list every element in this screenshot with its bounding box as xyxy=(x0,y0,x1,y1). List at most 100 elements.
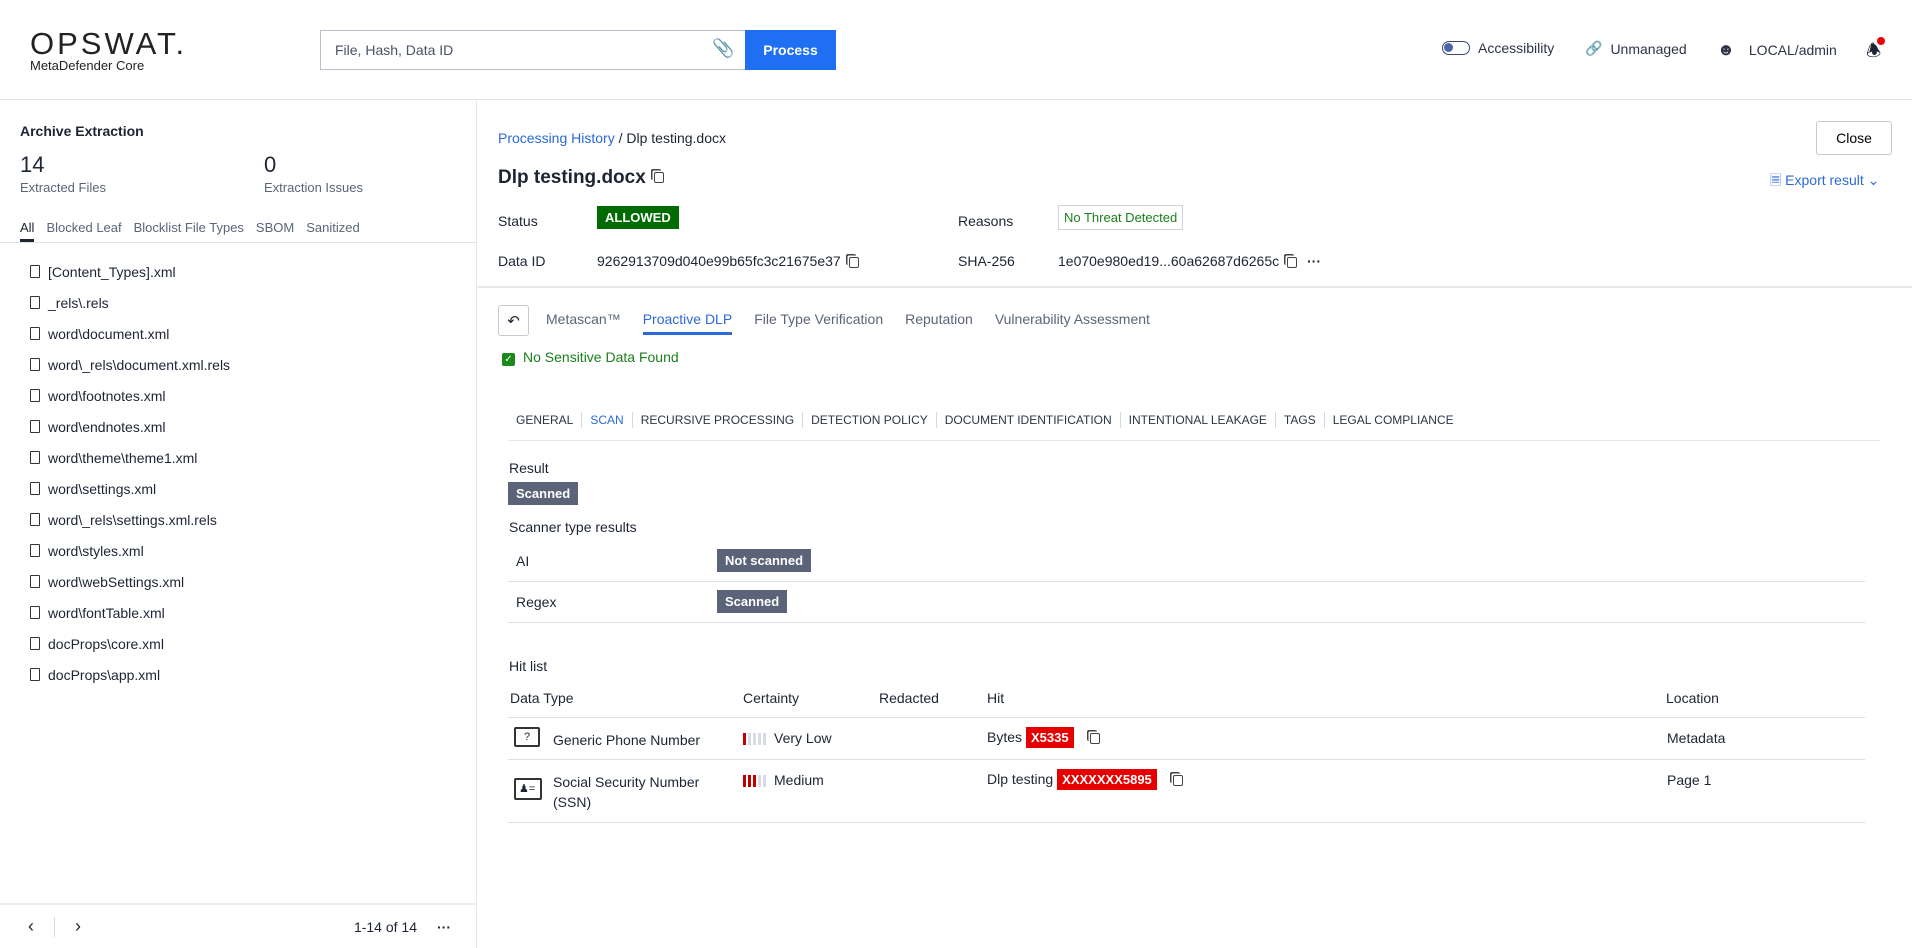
engine-tabs: Metascan™ Proactive DLP File Type Verifi… xyxy=(546,311,1150,335)
file-list-item[interactable]: [Content_Types].xml xyxy=(30,256,230,287)
certainty-bar xyxy=(763,775,766,788)
prev-page-icon[interactable]: ‹ xyxy=(28,916,34,937)
hit-certainty: Medium xyxy=(774,772,824,788)
hit-value: XXXXXXX5895 xyxy=(1057,769,1157,790)
certainty-bar xyxy=(763,733,766,746)
file-list-item[interactable]: word\fontTable.xml xyxy=(30,597,230,628)
scanner-name: AI xyxy=(516,553,530,569)
issues-label: Extraction Issues xyxy=(264,180,363,195)
subtab-intentional-leakage[interactable]: INTENTIONAL LEAKAGE xyxy=(1119,412,1275,428)
file-icon xyxy=(30,327,40,340)
extracted-label: Extracted Files xyxy=(20,180,106,195)
user-menu[interactable]: ☻ LOCAL/admin xyxy=(1717,40,1837,60)
file-icon xyxy=(30,451,40,464)
unmanaged-status[interactable]: 🔗 Unmanaged xyxy=(1585,40,1687,57)
page-range: 1-14 of 14 xyxy=(353,918,417,935)
copy-icon[interactable] xyxy=(1089,732,1100,744)
certainty-meter xyxy=(743,775,766,788)
file-list-item[interactable]: word\webSettings.xml xyxy=(30,566,230,597)
more-icon[interactable]: ··· xyxy=(437,919,451,935)
tab-all[interactable]: All xyxy=(20,220,35,242)
file-list-item[interactable]: word\endnotes.xml xyxy=(30,411,230,442)
section-divider xyxy=(478,286,1912,288)
tab-vulnerability-assessment[interactable]: Vulnerability Assessment xyxy=(995,311,1150,335)
file-name: word\fontTable.xml xyxy=(48,604,165,621)
export-result-button[interactable]: 🗏 Export result ⌄ xyxy=(1770,170,1879,194)
file-name: word\_rels\document.xml.rels xyxy=(48,356,231,373)
file-list-item[interactable]: word\document.xml xyxy=(30,318,230,349)
hit-location: Page 1 xyxy=(1667,772,1712,788)
subtab-general[interactable]: GENERAL xyxy=(508,412,581,428)
tab-sanitized[interactable]: Sanitized xyxy=(306,220,359,242)
copy-icon[interactable] xyxy=(1287,256,1298,268)
file-list-item[interactable]: word\_rels\document.xml.rels xyxy=(30,349,230,380)
next-page-icon[interactable]: › xyxy=(75,916,81,937)
copy-icon[interactable] xyxy=(1172,774,1183,786)
export-icon: 🗏 xyxy=(1770,172,1782,188)
subtab-recursive-processing[interactable]: RECURSIVE PROCESSING xyxy=(631,412,802,428)
breadcrumb-processing-history[interactable]: Processing History xyxy=(498,130,615,146)
paperclip-icon[interactable]: 📎 xyxy=(712,38,734,59)
hit-value: X5335 xyxy=(1026,727,1074,748)
col-location: Location xyxy=(1666,690,1719,706)
file-icon xyxy=(30,606,40,619)
tab-blocklist-file-types[interactable]: Blocklist File Types xyxy=(134,220,244,242)
scanner-status-badge: Scanned xyxy=(717,590,788,613)
status-label: Status xyxy=(498,213,538,229)
subtab-detection-policy[interactable]: DETECTION POLICY xyxy=(802,412,936,428)
file-list-item[interactable]: word\footnotes.xml xyxy=(30,380,230,411)
file-list-item[interactable]: word\styles.xml xyxy=(30,535,230,566)
file-list-item[interactable]: docProps\core.xml xyxy=(30,628,230,659)
dlp-status: ✓ No Sensitive Data Found xyxy=(502,349,679,366)
file-list-item[interactable]: word\_rels\settings.xml.rels xyxy=(30,504,230,535)
file-name: _rels\.rels xyxy=(48,294,109,311)
tab-blocked-leaf[interactable]: Blocked Leaf xyxy=(46,220,121,242)
back-button[interactable]: ↶ xyxy=(498,305,529,336)
accessibility-toggle[interactable]: Accessibility xyxy=(1442,40,1554,56)
col-certainty: Certainty xyxy=(743,690,800,706)
col-hit: Hit xyxy=(987,690,1005,706)
subtab-document-identification[interactable]: DOCUMENT IDENTIFICATION xyxy=(935,412,1120,428)
search-placeholder: File, Hash, Data ID xyxy=(335,42,454,58)
copy-icon[interactable] xyxy=(848,256,859,268)
tab-proactive-dlp[interactable]: Proactive DLP xyxy=(642,311,733,335)
search-input[interactable]: File, Hash, Data ID xyxy=(320,30,746,70)
result-label: Result xyxy=(509,460,549,476)
hitlist-header: Data Type Certainty Redacted Hit Locatio… xyxy=(508,680,1865,718)
hit-context: Dlp testing xyxy=(987,771,1054,787)
file-icon xyxy=(30,513,40,526)
more-icon[interactable]: ··· xyxy=(1307,253,1321,269)
file-list: [Content_Types].xml _rels\.rels word\docum… xyxy=(30,256,230,690)
file-list-item[interactable]: _rels\.rels xyxy=(30,287,230,318)
file-list-item[interactable]: word\theme\theme1.xml xyxy=(30,442,230,473)
unlink-icon: 🔗 xyxy=(1585,40,1603,56)
breadcrumb: Processing History / Dlp testing.docx xyxy=(498,130,726,146)
file-icon xyxy=(30,482,40,495)
id-card-icon: ♟= xyxy=(514,778,542,800)
file-icon xyxy=(30,637,40,650)
file-title: Dlp testing.docx xyxy=(498,167,646,188)
reasons-label: Reasons xyxy=(958,213,1014,229)
hit-row: ♟= Social Security Number (SSN) Medium Dlp … xyxy=(508,760,1865,823)
tab-metascan[interactable]: Metascan™ xyxy=(546,311,621,335)
user-label: LOCAL/admin xyxy=(1748,42,1837,58)
process-button[interactable]: Process xyxy=(745,30,836,70)
bell-icon[interactable]: 🕭 xyxy=(1866,37,1885,67)
hit-certainty: Very Low xyxy=(774,730,832,746)
subtab-tags[interactable]: TAGS xyxy=(1274,412,1324,428)
subtab-scan[interactable]: SCAN xyxy=(581,412,631,428)
scanner-label: Scanner type results xyxy=(509,519,637,535)
hit-row: ? Generic Phone Number Very Low Bytes X5335 M… xyxy=(508,718,1865,760)
dataid-label: Data ID xyxy=(498,253,546,269)
close-button[interactable]: Close xyxy=(1816,121,1892,155)
file-icon xyxy=(30,358,40,371)
tab-reputation[interactable]: Reputation xyxy=(905,311,973,335)
tab-file-type-verification[interactable]: File Type Verification xyxy=(754,311,883,335)
file-list-item[interactable]: word\settings.xml xyxy=(30,473,230,504)
subtab-legal-compliance[interactable]: LEGAL COMPLIANCE xyxy=(1323,412,1462,428)
tab-sbom[interactable]: SBOM xyxy=(256,220,294,242)
copy-icon[interactable] xyxy=(653,172,664,184)
result-badge: Scanned xyxy=(508,482,579,505)
file-list-item[interactable]: docProps\app.xml xyxy=(30,659,230,690)
file-name: word\settings.xml xyxy=(48,480,157,497)
